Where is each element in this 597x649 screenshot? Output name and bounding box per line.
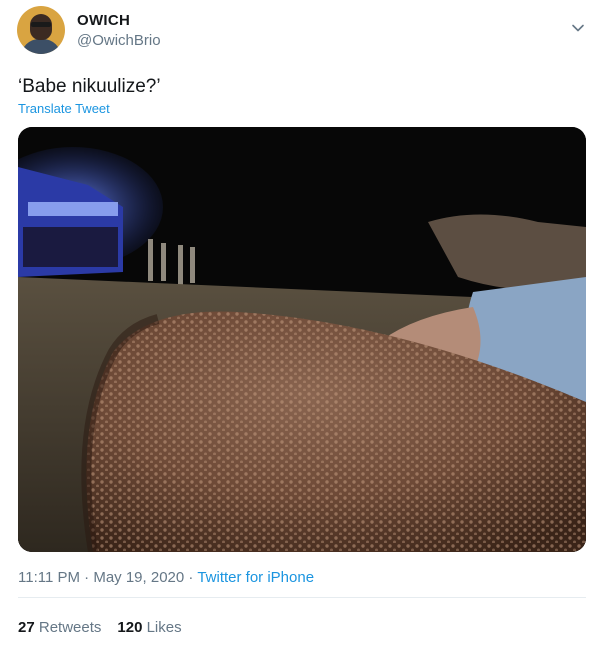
avatar-glasses bbox=[31, 22, 51, 27]
tweet-date[interactable]: May 19, 2020 bbox=[93, 569, 184, 586]
translate-tweet-link[interactable]: Translate Tweet bbox=[18, 101, 110, 116]
retweets-count: 27 bbox=[18, 619, 35, 636]
avatar[interactable] bbox=[17, 6, 65, 54]
user-handle[interactable]: @OwichBrio bbox=[77, 32, 161, 49]
divider bbox=[18, 597, 586, 598]
retweets-stat[interactable]: 27 Retweets bbox=[18, 619, 101, 636]
display-name[interactable]: OWICH bbox=[77, 12, 130, 29]
meta-separator: · bbox=[188, 569, 194, 586]
tweet-text: ‘Babe nikuulize?’ bbox=[18, 76, 161, 97]
tweet-source-link[interactable]: Twitter for iPhone bbox=[197, 569, 314, 586]
retweets-label: Retweets bbox=[38, 619, 102, 636]
likes-label: Likes bbox=[146, 619, 182, 636]
likes-stat[interactable]: 120 Likes bbox=[117, 619, 181, 636]
avatar-body bbox=[21, 39, 61, 54]
avatar-head bbox=[30, 14, 52, 40]
likes-count: 120 bbox=[117, 619, 143, 636]
tweet-time[interactable]: 11:11 PM bbox=[18, 569, 80, 586]
tweet-meta: 11:11 PM · May 19, 2020 · Twitter for iP… bbox=[18, 569, 314, 586]
meta-separator: · bbox=[84, 569, 90, 586]
tweet-photo[interactable] bbox=[18, 127, 586, 552]
chevron-down-icon[interactable] bbox=[570, 20, 586, 36]
tweet-stats: 27 Retweets 120 Likes bbox=[18, 619, 182, 636]
